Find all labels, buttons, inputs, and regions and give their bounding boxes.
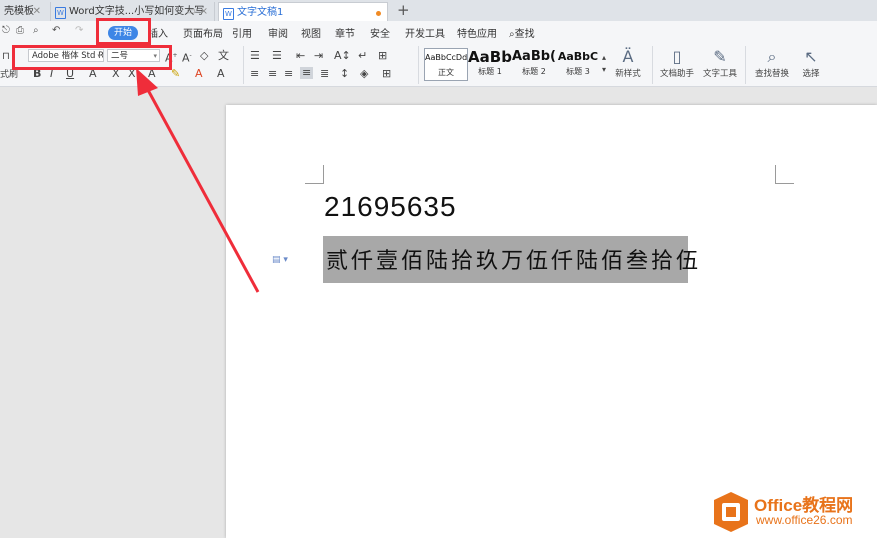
annotation-arrow-head [136,68,158,96]
office-logo-watermark: Office教程网 www.office26.com [712,491,876,533]
annotation-arrow [136,68,260,293]
logo-url: www.office26.com [756,513,853,527]
office-logo-icon [714,492,748,532]
annotation-arrow-line [146,89,260,293]
